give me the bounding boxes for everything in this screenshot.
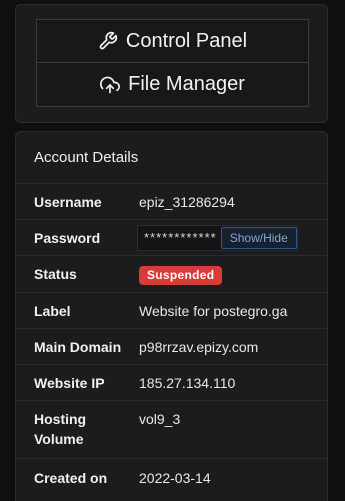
wrench-icon — [98, 31, 118, 51]
password-field: ************ Show/Hide — [137, 224, 298, 251]
website-ip-row: Website IP 185.27.134.110 — [16, 365, 327, 401]
password-row: Password ************ Show/Hide — [16, 220, 327, 256]
username-label: Username — [34, 193, 102, 210]
website-ip-value: 185.27.134.110 — [139, 374, 236, 391]
username-value: epiz_31286294 — [139, 193, 235, 210]
website-ip-label: Website IP — [34, 374, 105, 391]
file-manager-label: File Manager — [128, 73, 245, 95]
main-domain-row: Main Domain p98rrzav.epizy.com — [16, 329, 327, 365]
site-label-label: Label — [34, 302, 71, 319]
account-details-card: Account Details Username epiz_31286294 P… — [15, 131, 328, 501]
created-on-label: Created on — [34, 469, 108, 486]
hosting-volume-row: Hosting Volume vol9_3 — [16, 401, 327, 459]
file-manager-button[interactable]: File Manager — [36, 63, 309, 107]
created-on-row: Created on 2022-03-14 — [16, 459, 327, 496]
control-panel-button[interactable]: Control Panel — [36, 19, 309, 63]
navigation-buttons: Control Panel File Manager — [36, 19, 309, 107]
status-label: Status — [34, 266, 77, 282]
navigation-card: Control Panel File Manager — [15, 4, 328, 123]
main-domain-label: Main Domain — [34, 338, 122, 355]
show-hide-password-button[interactable]: Show/Hide — [220, 226, 297, 249]
account-details-heading: Account Details — [16, 132, 327, 184]
site-label-value: Website for postegro.ga — [139, 302, 288, 319]
hosting-volume-label: Hosting Volume — [34, 411, 87, 447]
hosting-volume-value: vol9_3 — [139, 411, 181, 427]
status-badge: Suspended — [139, 265, 223, 285]
password-label: Password — [34, 229, 101, 246]
cloud-upload-icon — [100, 75, 121, 95]
password-value: ************ — [144, 230, 217, 245]
main-domain-value: p98rrzav.epizy.com — [139, 338, 259, 355]
username-row: Username epiz_31286294 — [16, 184, 327, 220]
site-label-row: Label Website for postegro.ga — [16, 293, 327, 329]
created-on-value: 2022-03-14 — [139, 469, 211, 486]
control-panel-label: Control Panel — [125, 29, 248, 52]
status-row: Status Suspended — [16, 256, 327, 293]
